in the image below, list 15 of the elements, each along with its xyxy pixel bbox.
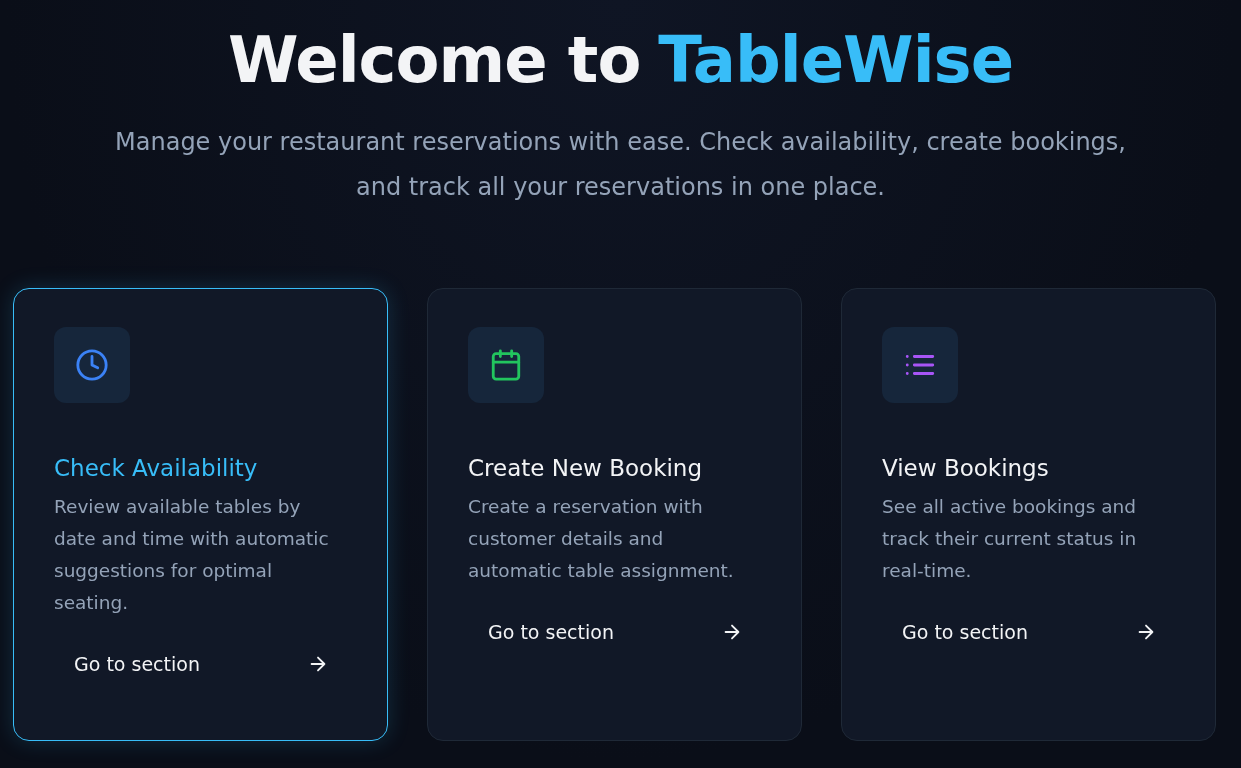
card-description: See all active bookings and track their current status in real-time.: [882, 495, 1138, 583]
go-to-section-button[interactable]: Go to section: [882, 609, 1177, 655]
page-subtitle: Manage your restaurant reservations with ease. Check availability, create bookings, and track all your reservations in one place.: [114, 127, 1127, 203]
go-to-section-button[interactable]: Go to section: [54, 641, 349, 687]
card-description: Review available tables by date and time with automatic suggestions for optimal seating.: [54, 495, 330, 615]
card-description: Create a reservation with customer details and automatic table assignment.: [468, 495, 735, 583]
card-title: Check Availability: [54, 454, 258, 483]
card-title: View Bookings: [882, 454, 1049, 483]
feature-card[interactable]: Check Availability Review available tables by date and time with automatic suggestions for optimal seating. Go to section: [13, 288, 388, 741]
card-title: Create New Booking: [468, 454, 703, 483]
feature-card[interactable]: Create New Booking Create a reservation with customer details and automatic table assignment. Go to section: [427, 288, 802, 741]
feature-card[interactable]: View Bookings See all active bookings and track their current status in real-time. Go to section: [841, 288, 1216, 741]
brand-name: TableWise: [658, 22, 1014, 99]
page-title: Welcome to: [227, 22, 641, 99]
go-to-section-button[interactable]: Go to section: [468, 609, 763, 655]
